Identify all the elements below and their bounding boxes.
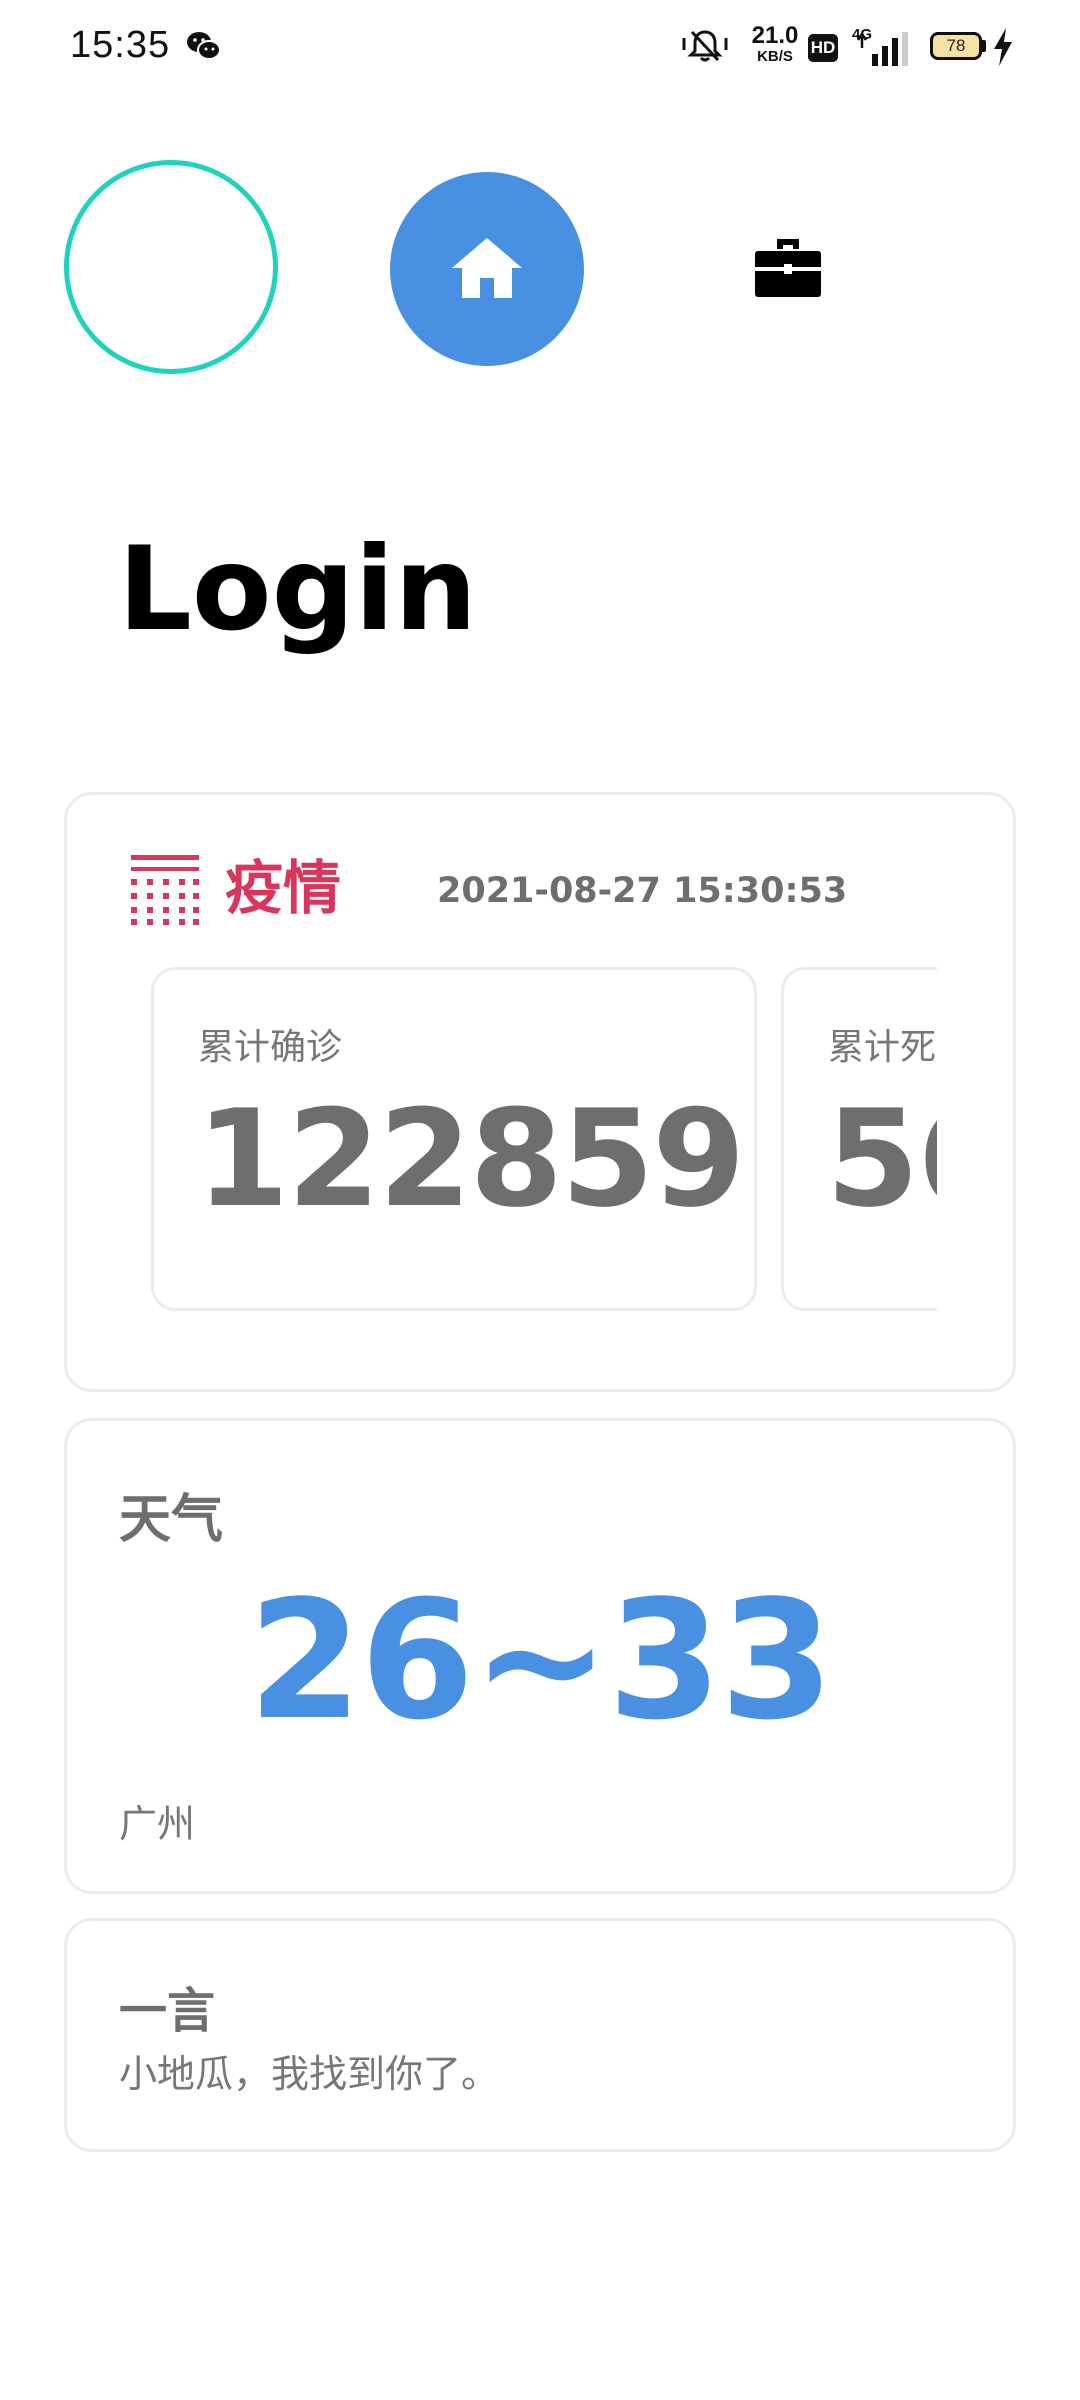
stat-label: 累计死 [828,1027,937,1068]
briefcase-button[interactable] [746,232,830,308]
quote-text: 小地瓜，我找到你了。 [119,2052,500,2096]
net-speed: 21.0 KB/S [742,22,808,65]
status-bar: 15:35 21.0 KB/S HD 4G 78 [0,0,1080,96]
signal-icon [856,30,916,74]
calendar-icon [129,853,201,929]
wechat-icon [186,30,222,66]
quote-card[interactable]: 一言 小地瓜，我找到你了。 [64,1918,1016,2152]
weather-temperature-range: 26~33 [248,1565,834,1756]
home-icon [452,238,522,298]
stat-label: 累计确诊 [198,1027,343,1068]
status-icons: 21.0 KB/S HD 4G 78 [680,22,1020,74]
quote-title: 一言 [119,1983,216,2039]
avatar[interactable] [64,160,278,374]
battery-icon: 78 [930,32,982,60]
stat-carousel[interactable]: 累计确诊 122859 累计死 56 [151,967,937,1313]
net-speed-unit: KB/S [757,48,793,65]
epidemic-title: 疫情 [225,854,342,922]
stat-value: 56 [826,1081,937,1237]
status-time: 15:35 [70,24,171,66]
hd-badge: HD [808,34,838,62]
net-speed-value: 21.0 [751,22,799,49]
weather-title: 天气 [119,1490,224,1550]
home-button[interactable] [390,172,584,366]
epidemic-card[interactable]: 疫情 2021-08-27 15:30:53 累计确诊 122859 累计死 5… [64,792,1016,1392]
epidemic-updated-time: 2021-08-27 15:30:53 [437,871,848,911]
battery-tip [982,40,986,52]
stat-card-deaths[interactable]: 累计死 56 [781,967,937,1311]
mute-vibrate-icon [680,28,730,68]
weather-card[interactable]: 天气 26~33 广州 [64,1418,1016,1894]
page-title: Login [118,522,477,657]
stat-value: 122859 [196,1081,745,1237]
weather-city: 广州 [119,1802,196,1846]
briefcase-icon [755,239,821,297]
stat-card-confirmed[interactable]: 累计确诊 122859 [151,967,757,1311]
charging-icon [992,28,1014,70]
